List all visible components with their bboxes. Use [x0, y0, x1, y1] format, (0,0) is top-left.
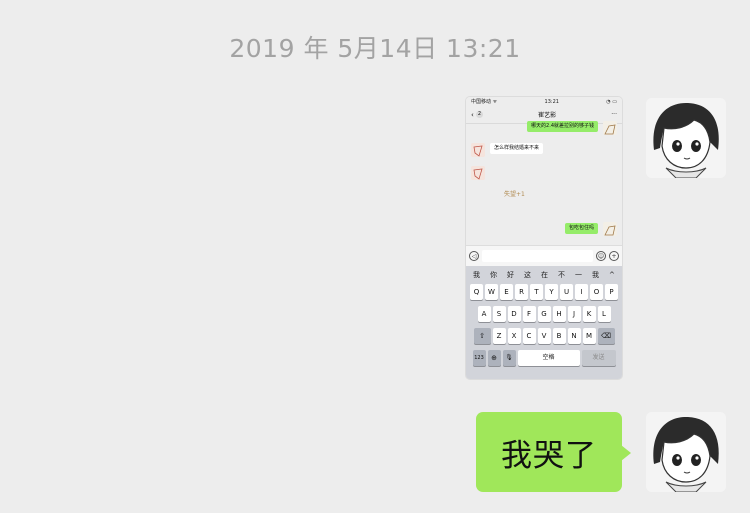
keyboard-key: Z	[492, 328, 506, 344]
phone-input-bar: ◁ ☺ +	[466, 245, 622, 266]
more-icon: ···	[611, 111, 617, 118]
keyboard-key: H	[552, 306, 566, 322]
keyboard-key: T	[530, 284, 543, 300]
back-arrow-icon: ‹	[471, 110, 474, 119]
candidate-char: 好	[507, 271, 514, 279]
letter-keys: ZXCVBNM	[492, 328, 596, 344]
phone-keyboard: 我 你 好 这 在 不 一 我 ^ QWERTYUIOP ASDFGHJKL ⇧ ZXCVBNM…	[466, 266, 622, 379]
globe-icon: ⊕	[487, 350, 501, 366]
voice-icon: ◁	[469, 251, 479, 261]
keyboard-key: R	[515, 284, 528, 300]
keyboard-row-1: QWERTYUIOP	[468, 284, 620, 300]
contact-avatar-small	[471, 166, 485, 180]
keyboard-key: A	[477, 306, 491, 322]
anime-avatar-icon	[646, 412, 726, 492]
status-time: 13:21	[544, 98, 559, 105]
sticker-caption: 失望+1	[504, 191, 525, 198]
keyboard-key: O	[590, 284, 603, 300]
numbers-key: 123	[472, 350, 486, 366]
phone-message-bubble: 怎么样我结婚来不来	[490, 143, 544, 154]
candidate-char: 在	[541, 271, 548, 279]
avatar[interactable]	[646, 98, 726, 178]
keyboard-key: X	[507, 328, 521, 344]
image-message[interactable]: 中国移动 ᯤ 13:21 ◔ ▭ ‹ 2 崔艺影 ··· 哪天的2.4就差拉别的…	[466, 97, 622, 379]
phone-message-bubble: 包吃包住吗	[564, 223, 598, 234]
keyboard-key: E	[500, 284, 513, 300]
my-avatar-small	[603, 222, 617, 236]
keyboard-key: Y	[545, 284, 558, 300]
back-button: ‹ 2	[471, 111, 483, 119]
phone-status-bar: 中国移动 ᯤ 13:21 ◔ ▭	[466, 97, 622, 106]
candidate-char: 不	[558, 271, 565, 279]
keyboard-row-4: 123 ⊕ 🎙 空格 发送	[468, 350, 620, 366]
candidate-char: 我	[473, 271, 480, 279]
keyboard-key: D	[507, 306, 521, 322]
keyboard-key: I	[575, 284, 588, 300]
phone-message-bubble: 哪天的2.4就差拉别的够子钱	[527, 121, 598, 132]
keyboard-key: Q	[470, 284, 483, 300]
candidate-char: 你	[490, 271, 497, 279]
keyboard-key: K	[582, 306, 596, 322]
keyboard-key: U	[560, 284, 573, 300]
keyboard-key: F	[522, 306, 536, 322]
phone-text-field	[482, 250, 593, 262]
keyboard-row-2: ASDFGHJKL	[468, 306, 620, 322]
message-text: 我哭了	[501, 437, 597, 474]
shift-key: ⇧	[473, 328, 491, 344]
phone-chat-area: 哪天的2.4就差拉别的够子钱 怎么样我结婚来不来 失望+1 包吃包住吗	[466, 121, 622, 245]
emoji-icon: ☺	[596, 251, 606, 261]
candidate-char: ^	[609, 271, 615, 279]
contact-avatar-small	[471, 143, 485, 157]
avatar[interactable]	[646, 412, 726, 492]
chat-timestamp: 2019 年 5月14日 13:21	[229, 34, 521, 63]
contact-name: 崔艺影	[538, 112, 557, 119]
keyboard-key: N	[567, 328, 581, 344]
unread-count: 2	[475, 111, 483, 118]
keyboard-key: J	[567, 306, 581, 322]
my-avatar-small	[603, 121, 617, 135]
keyboard-key: G	[537, 306, 551, 322]
message-bubble[interactable]: 我哭了	[476, 412, 631, 492]
delete-key: ⌫	[597, 328, 615, 344]
keyboard-key: S	[492, 306, 506, 322]
candidate-char: 这	[524, 271, 531, 279]
mic-icon: 🎙	[502, 350, 516, 366]
anime-avatar-icon	[646, 98, 726, 178]
battery-icon: ◔ ▭	[606, 98, 617, 105]
keyboard-key: P	[605, 284, 618, 300]
keyboard-key: B	[552, 328, 566, 344]
candidate-bar: 我 你 好 这 在 不 一 我 ^	[468, 266, 620, 284]
keyboard-key: V	[537, 328, 551, 344]
candidate-char: 我	[592, 271, 599, 279]
candidate-char: 一	[575, 271, 582, 279]
carrier-label: 中国移动 ᯤ	[471, 99, 498, 105]
keyboard-key: W	[485, 284, 498, 300]
keyboard-key: L	[597, 306, 611, 322]
keyboard-key: M	[582, 328, 596, 344]
space-key: 空格	[517, 350, 580, 366]
send-key: 发送	[581, 350, 616, 366]
plus-icon: +	[609, 251, 619, 261]
keyboard-row-3: ⇧ ZXCVBNM ⌫	[468, 328, 620, 344]
keyboard-key: C	[522, 328, 536, 344]
